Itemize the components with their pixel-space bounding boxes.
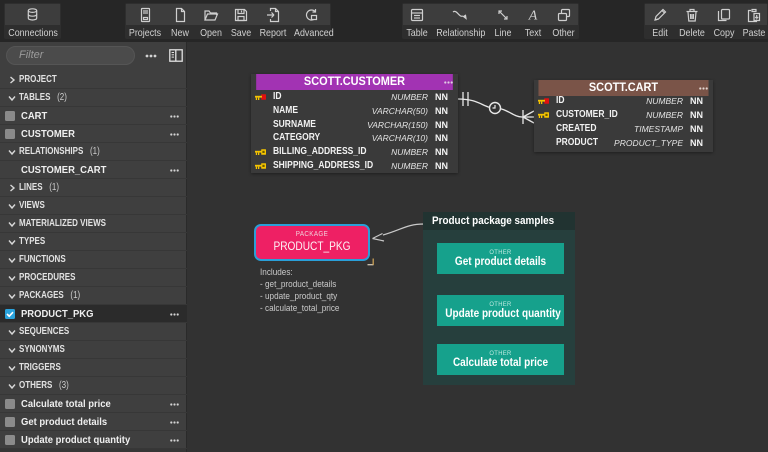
svg-text:A: A [528, 8, 538, 23]
